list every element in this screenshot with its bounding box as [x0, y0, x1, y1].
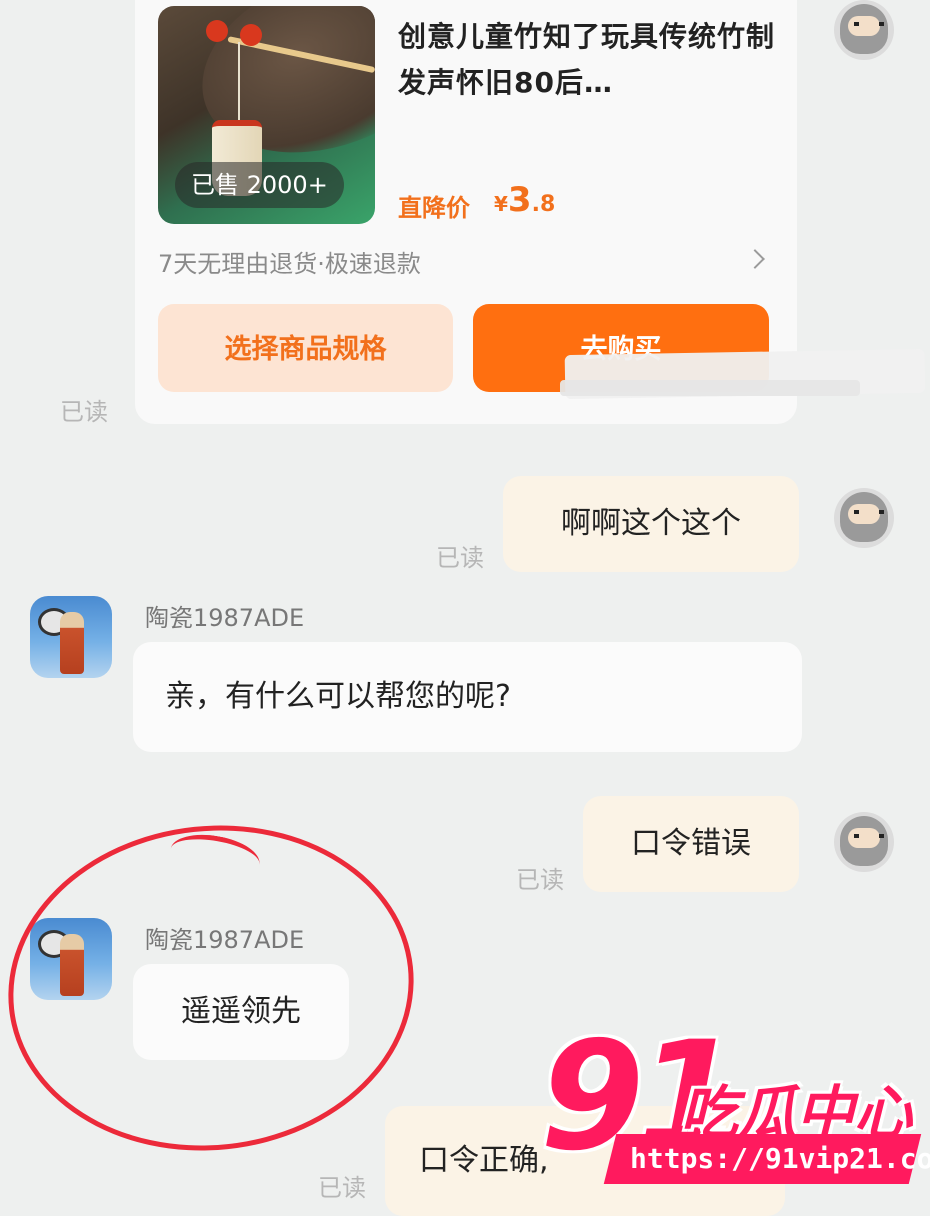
price-decimal: .8: [531, 192, 556, 217]
user-avatar[interactable]: [834, 812, 894, 872]
shop-avatar[interactable]: [30, 596, 112, 678]
return-policy[interactable]: 7天无理由退货·极速退款: [158, 244, 421, 279]
user-avatar[interactable]: [834, 0, 894, 60]
chat-bubble-outgoing[interactable]: 啊啊这个这个: [503, 476, 799, 572]
select-spec-button[interactable]: 选择商品规格: [158, 304, 453, 392]
chat-bubble-incoming[interactable]: 亲，有什么可以帮您的呢?: [133, 642, 802, 752]
watermark-url: https://91vip21.com: [630, 1142, 930, 1175]
read-receipt: 已读: [516, 866, 564, 894]
shop-nickname: 陶瓷1987ADE: [145, 604, 305, 632]
price-integer: 3: [507, 180, 532, 220]
chat-bubble-outgoing[interactable]: 口令错误: [583, 796, 799, 892]
user-avatar[interactable]: [834, 488, 894, 548]
sold-count-badge: 已售 2000+: [175, 162, 344, 208]
product-title[interactable]: 创意儿童竹知了玩具传统竹制发声怀旧80后…: [398, 14, 778, 106]
redaction-scribble: [560, 380, 860, 396]
currency-symbol: ¥: [494, 192, 508, 216]
read-receipt: 已读: [436, 544, 484, 572]
read-receipt: 已读: [60, 398, 108, 426]
read-receipt: 已读: [318, 1174, 366, 1202]
product-price: ¥3.8: [494, 180, 555, 220]
price-label: 直降价: [398, 194, 470, 222]
